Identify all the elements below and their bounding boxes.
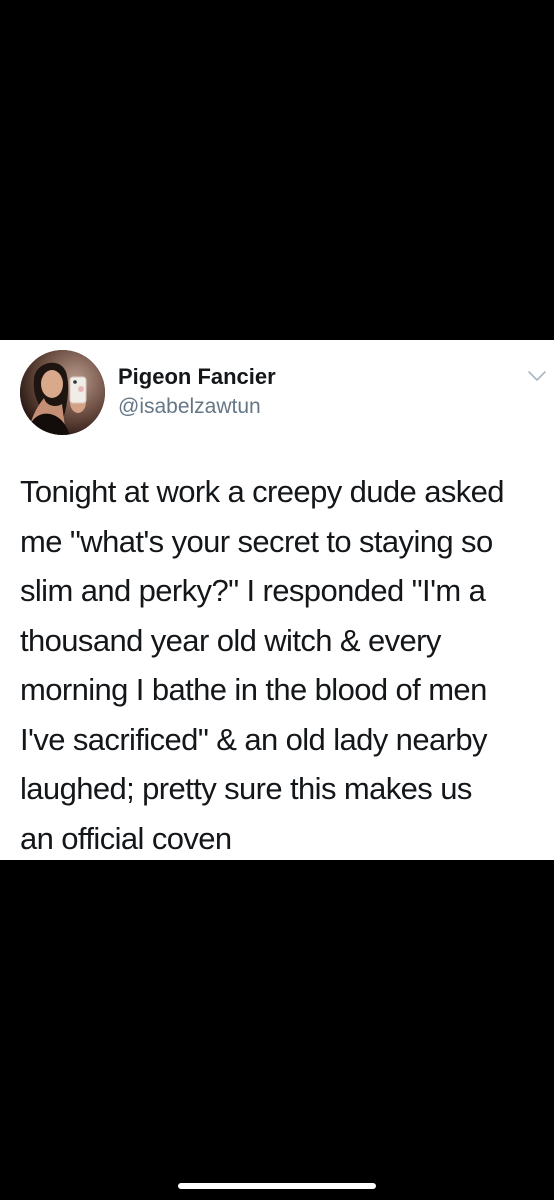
tweet-text: Tonight at work a creepy dude asked me "… xyxy=(20,467,546,863)
author-handle[interactable]: @isabelzawtun xyxy=(118,395,261,419)
tweet-text-line: morning I bathe in the blood of men xyxy=(20,672,487,707)
author-name[interactable]: Pigeon Fancier xyxy=(118,364,276,390)
avatar[interactable] xyxy=(20,350,105,435)
home-indicator[interactable] xyxy=(178,1183,376,1189)
tweet-text-line: slim and perky?" I responded "I'm a xyxy=(20,573,486,608)
tweet-text-line: I've sacrificed" & an old lady nearby xyxy=(20,721,487,757)
tweet-text-line: me "what's your secret to staying so xyxy=(20,523,493,559)
tweet-text-line: Tonight at work a creepy dude asked xyxy=(20,474,505,509)
tweet-text-line: an official coven xyxy=(20,820,232,856)
profile-photo-icon xyxy=(20,350,105,435)
tweet-text-line: thousand year old witch & every xyxy=(20,622,441,658)
tweet-text-line: laughed; pretty sure this makes us xyxy=(20,771,472,806)
tweet-card: Pigeon Fancier @isabelzawtun Tonight at … xyxy=(0,340,554,860)
chevron-down-icon[interactable] xyxy=(526,368,548,384)
